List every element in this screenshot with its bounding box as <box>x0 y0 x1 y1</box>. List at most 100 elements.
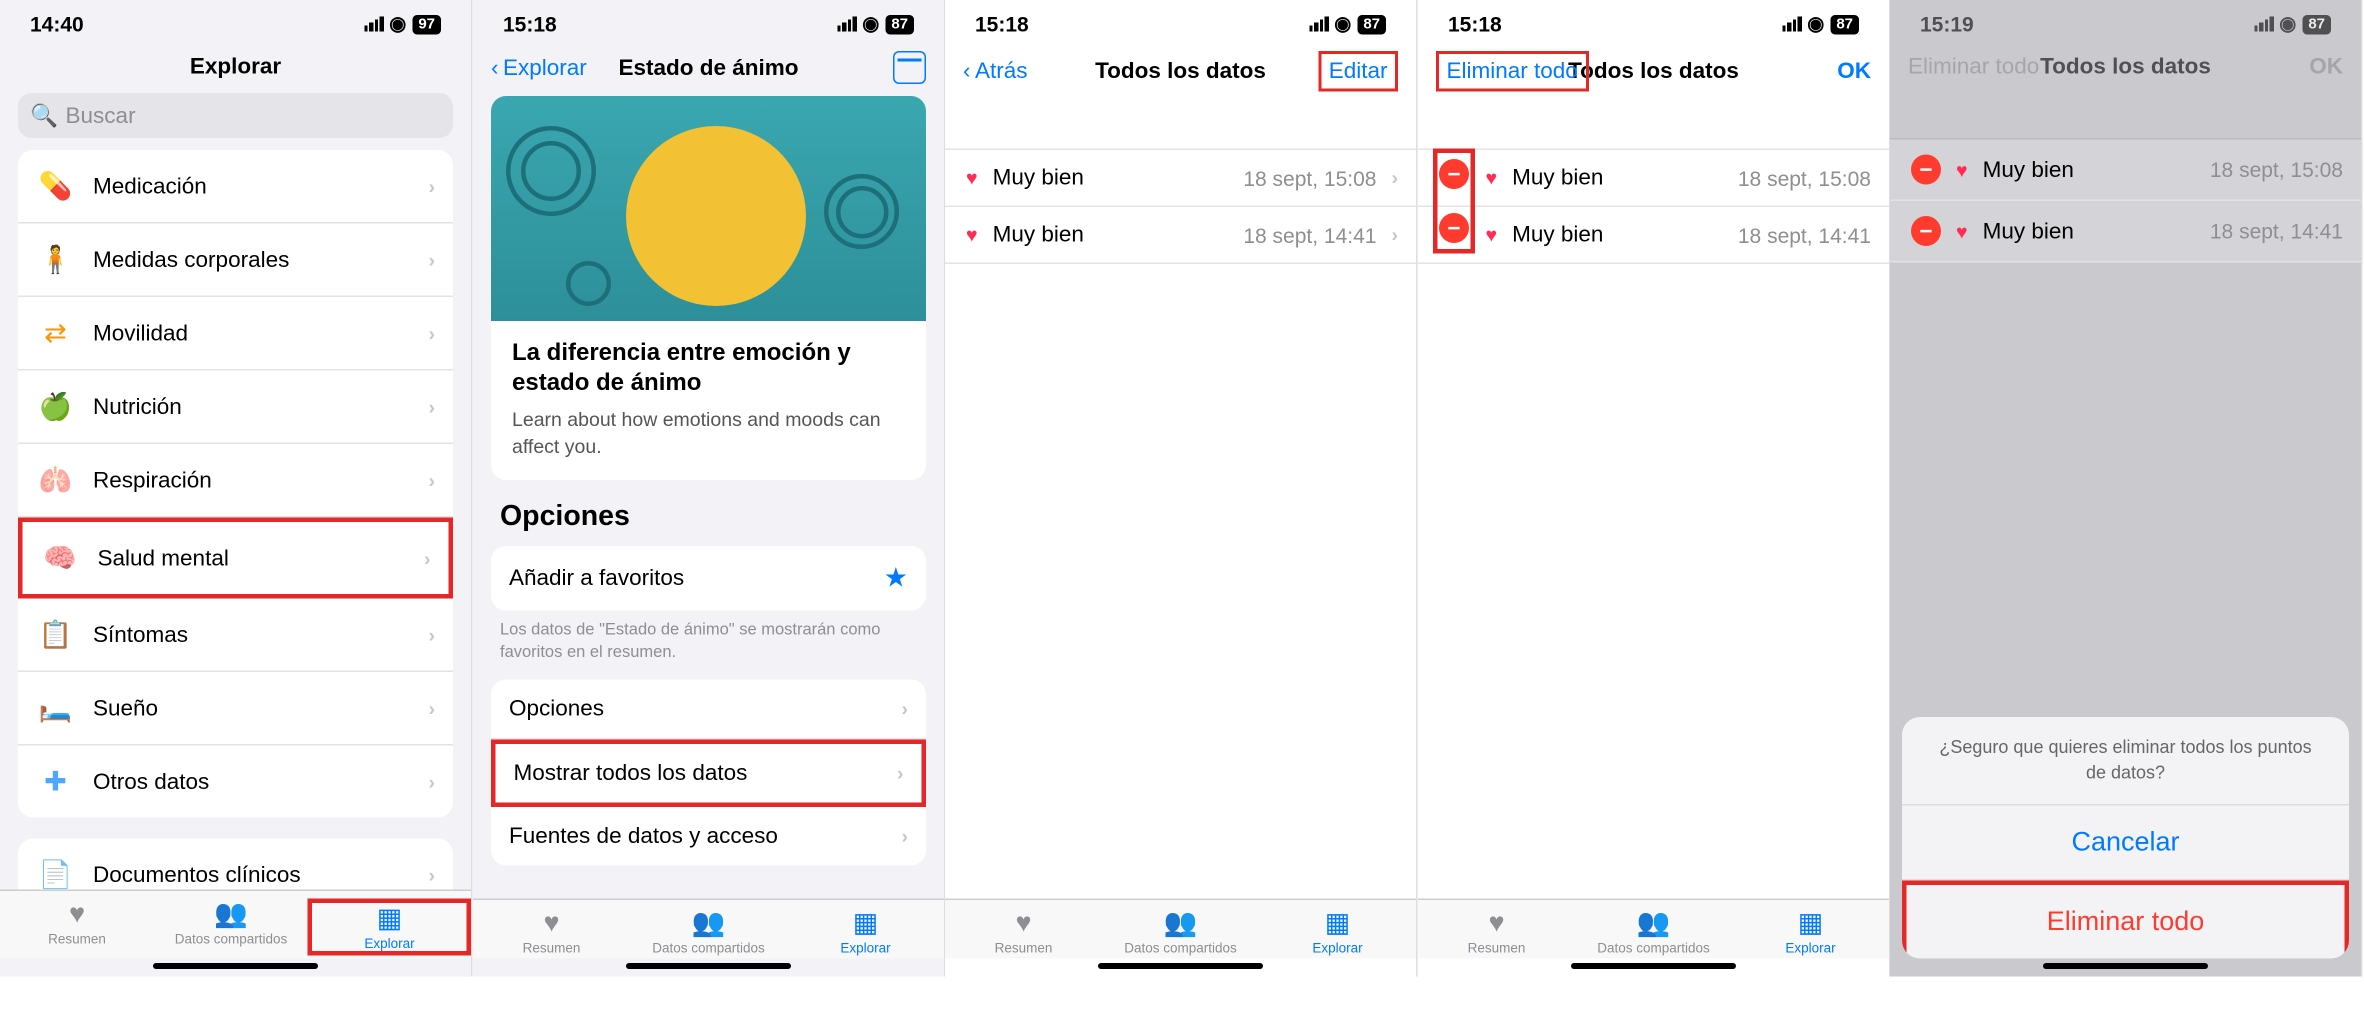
category-label: Medicación <box>93 173 410 199</box>
nav-bar: ‹ Explorar Estado de ánimo <box>473 42 944 96</box>
calendar-icon <box>893 51 926 84</box>
category-nutrition[interactable]: 🍏 Nutrición › <box>18 371 453 445</box>
data-date: 18 sept, 15:08 <box>2089 158 2343 182</box>
nav-bar: Eliminar todo Todos los datos OK <box>1890 42 2361 93</box>
chevron-icon: › <box>424 547 431 570</box>
tab-summary[interactable]: ♥Resumen <box>945 908 1102 956</box>
data-list: ♥ Muy bien 18 sept, 15:08 ♥ Muy bien 18 … <box>1418 149 1889 265</box>
data-item[interactable]: ♥ Muy bien 18 sept, 15:08 <box>1418 150 1889 207</box>
category-medication[interactable]: 💊 Medicación › <box>18 150 453 224</box>
tab-summary[interactable]: ♥Resumen <box>0 899 154 956</box>
page-title: Explorar <box>190 53 281 79</box>
tab-explore[interactable]: ▦Explorar <box>1259 908 1416 956</box>
clinical-docs[interactable]: 📄 Documentos clínicos › <box>18 839 453 890</box>
delete-row-button[interactable]: − <box>1439 213 1469 243</box>
screen-all-data: 15:18 ◉ 87 ‹ Atrás Todos los datos Edita… <box>945 0 1418 977</box>
heart-icon: ♥ <box>1956 158 1968 181</box>
heart-icon: ♥ <box>1485 167 1497 190</box>
heart-icon: ♥ <box>1015 908 1031 938</box>
tab-summary[interactable]: ♥Resumen <box>473 908 630 956</box>
ok-button[interactable]: OK <box>1837 59 1871 85</box>
tab-shared[interactable]: 👥Datos compartidos <box>630 908 787 956</box>
content: ♥ Muy bien 18 sept, 15:08 › ♥ Muy bien 1… <box>945 104 1416 899</box>
confirm-delete-button[interactable]: Eliminar todo <box>1902 881 2349 959</box>
data-sources-row[interactable]: Fuentes de datos y acceso › <box>491 807 926 866</box>
options-row[interactable]: Opciones › <box>491 679 926 739</box>
search-input[interactable]: 🔍 Buscar <box>18 93 453 138</box>
cancel-button[interactable]: Cancelar <box>1902 806 2349 881</box>
data-item[interactable]: ♥ Muy bien 18 sept, 14:41 › <box>945 207 1416 264</box>
battery-icon: 87 <box>1357 14 1386 34</box>
tab-shared[interactable]: 👥Datos compartidos <box>1102 908 1259 956</box>
status-bar: 15:18 ◉ 87 <box>1418 0 1889 42</box>
status-bar: 15:18 ◉ 87 <box>473 0 944 42</box>
battery-icon: 87 <box>2302 14 2331 34</box>
delete-all-button: Eliminar todo <box>1908 53 2039 79</box>
people-icon: 👥 <box>214 899 248 929</box>
back-button[interactable]: ‹ Atrás <box>963 59 1028 85</box>
add-favorites[interactable]: Añadir a favoritos ★ <box>491 546 926 611</box>
battery-icon: 87 <box>885 14 914 34</box>
action-sheet: ¿Seguro que quieres eliminar todos los p… <box>1902 718 2349 977</box>
category-sleep[interactable]: 🛏️ Sueño › <box>18 672 453 746</box>
nav-bar: ‹ Atrás Todos los datos Editar <box>945 42 1416 104</box>
row-label: Fuentes de datos y acceso <box>509 823 883 849</box>
heart-icon: ♥ <box>1956 220 1968 243</box>
chevron-icon: › <box>901 825 908 848</box>
tab-explore[interactable]: ▦Explorar <box>787 908 944 956</box>
category-respiration[interactable]: 🫁 Respiración › <box>18 444 453 518</box>
chevron-icon: › <box>428 322 435 345</box>
article-body: La diferencia entre emoción y estado de … <box>491 321 926 480</box>
category-label: Respiración <box>93 467 410 493</box>
home-indicator[interactable] <box>1098 963 1263 969</box>
home-indicator[interactable] <box>153 963 318 969</box>
back-button[interactable]: ‹ Explorar <box>491 55 587 81</box>
signal-icon <box>1781 17 1801 32</box>
data-list: ♥ Muy bien 18 sept, 15:08 › ♥ Muy bien 1… <box>945 149 1416 265</box>
favorites-list: Añadir a favoritos ★ <box>491 546 926 611</box>
search-placeholder: Buscar <box>66 103 136 129</box>
category-mental-health[interactable]: 🧠 Salud mental › <box>18 518 453 599</box>
data-item[interactable]: ♥ Muy bien 18 sept, 14:41 <box>1418 207 1889 264</box>
data-label: Muy bien <box>1983 218 2074 244</box>
content: − − ♥ Muy bien 18 sept, 15:08 ♥ Muy bien… <box>1418 104 1889 899</box>
tab-explore[interactable]: ▦Explorar <box>308 899 471 956</box>
calendar-button[interactable] <box>893 51 926 84</box>
edit-button[interactable]: Editar <box>1318 51 1398 92</box>
tab-shared[interactable]: 👥Datos compartidos <box>1575 908 1732 956</box>
category-label: Otros datos <box>93 769 410 795</box>
category-mobility[interactable]: ⇄ Movilidad › <box>18 297 453 371</box>
home-indicator[interactable] <box>1571 963 1736 969</box>
home-indicator[interactable] <box>626 963 791 969</box>
brain-icon: 🧠 <box>41 539 80 578</box>
article-text: Learn about how emotions and moods can a… <box>512 407 905 460</box>
article-image <box>491 96 926 321</box>
tab-bar: ♥Resumen 👥Datos compartidos ▦Explorar <box>0 890 471 959</box>
docs-label: Documentos clínicos <box>93 862 410 888</box>
screen-edit-mode: 15:18 ◉ 87 Eliminar todo Todos los datos… <box>1418 0 1891 977</box>
data-item[interactable]: ♥ Muy bien 18 sept, 15:08 › <box>945 150 1416 207</box>
data-date: 18 sept, 15:08 <box>1618 166 1871 190</box>
data-date: 18 sept, 14:41 <box>2089 219 2343 243</box>
people-icon: 👥 <box>1164 908 1198 938</box>
tab-shared[interactable]: 👥Datos compartidos <box>154 899 308 956</box>
article-card[interactable]: La diferencia entre emoción y estado de … <box>491 96 926 480</box>
wifi-icon: ◉ <box>1334 12 1351 36</box>
grid-icon: ▦ <box>852 908 878 938</box>
tab-explore[interactable]: ▦Explorar <box>1732 908 1889 956</box>
show-all-data-row[interactable]: Mostrar todos los datos › <box>491 739 926 807</box>
delete-row-button[interactable]: − <box>1439 159 1469 189</box>
delete-row-button: − <box>1911 216 1941 246</box>
status-bar: 14:40 ◉ 97 <box>0 0 471 42</box>
tab-summary[interactable]: ♥Resumen <box>1418 908 1575 956</box>
status-time: 14:40 <box>30 12 84 36</box>
row-label: Opciones <box>509 696 883 722</box>
heart-icon: ♥ <box>1488 908 1504 938</box>
star-icon[interactable]: ★ <box>883 563 907 595</box>
category-body[interactable]: 🧍 Medidas corporales › <box>18 224 453 298</box>
category-other[interactable]: ✚ Otros datos › <box>18 746 453 818</box>
delete-all-button[interactable]: Eliminar todo <box>1436 51 1588 92</box>
options-list: Opciones › Mostrar todos los datos › Fue… <box>491 679 926 865</box>
chevron-icon: › <box>428 623 435 646</box>
category-symptoms[interactable]: 📋 Síntomas › <box>18 599 453 673</box>
